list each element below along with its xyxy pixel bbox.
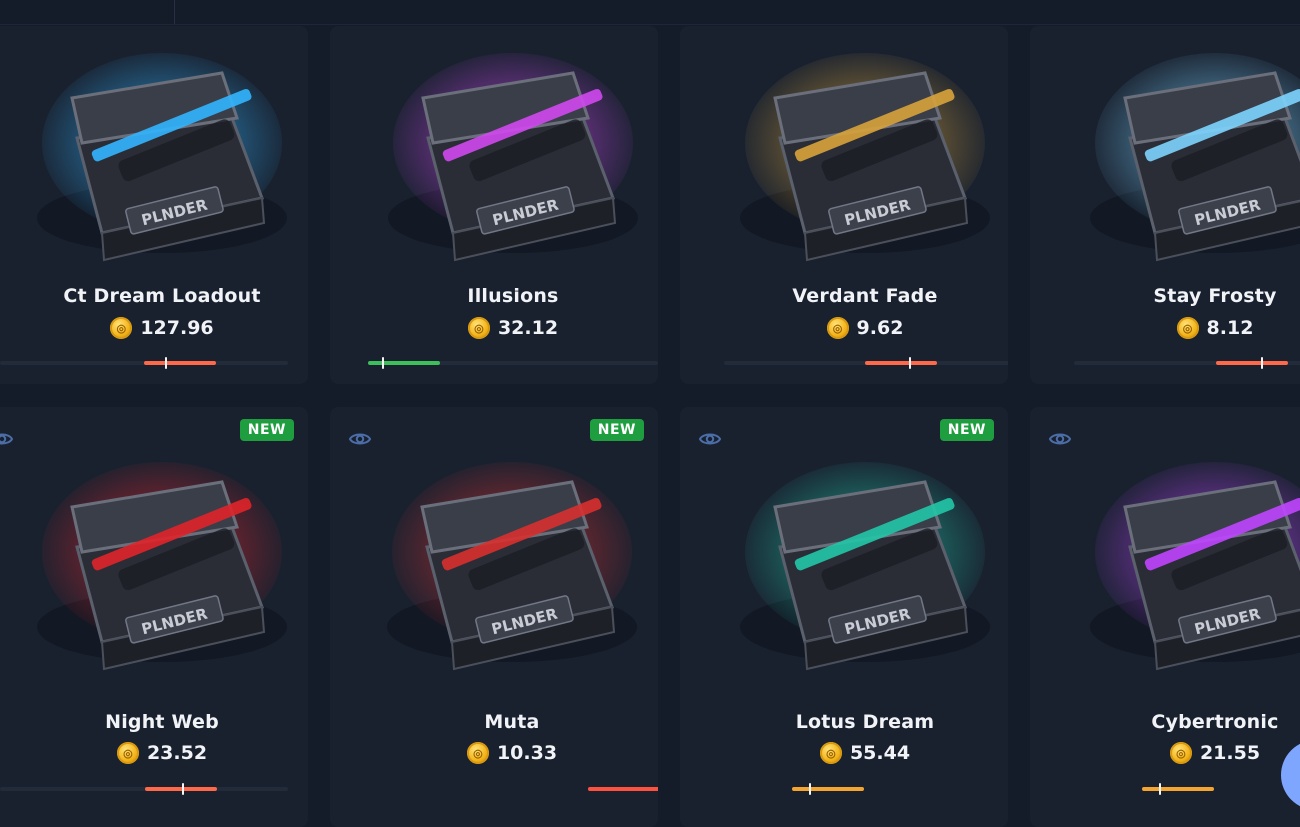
case-name: Muta bbox=[484, 711, 540, 733]
case-image: PLNDER bbox=[387, 462, 637, 671]
odds-fill bbox=[792, 787, 864, 791]
odds-marker bbox=[809, 783, 811, 795]
case-name: Verdant Fade bbox=[792, 285, 938, 307]
new-badge: NEW bbox=[239, 419, 294, 441]
odds-marker bbox=[909, 357, 911, 369]
case-name: Lotus Dream bbox=[795, 711, 935, 733]
gold-coin-icon: ◎ bbox=[466, 742, 489, 764]
case-image: PLNDER bbox=[1090, 462, 1300, 671]
odds-track bbox=[792, 783, 864, 795]
case-price: 32.12 bbox=[497, 317, 559, 339]
case-price: 21.55 bbox=[1199, 742, 1261, 764]
case-card[interactable]: PLNDER Illusions ◎ 32.12 bbox=[330, 26, 658, 384]
odds-track bbox=[1074, 357, 1300, 369]
price-row: ◎ 55.44 bbox=[701, 740, 1008, 766]
odds-fill bbox=[865, 361, 937, 365]
price-row: ◎ 8.12 bbox=[1051, 315, 1300, 341]
odds-fill bbox=[144, 361, 216, 365]
price-row: ◎ 9.62 bbox=[701, 315, 1008, 341]
case-image: PLNDER bbox=[1090, 53, 1300, 262]
case-image: PLNDER bbox=[740, 462, 990, 671]
price-row: ◎ 32.12 bbox=[349, 315, 658, 341]
gold-coin-icon: ◎ bbox=[1169, 742, 1192, 764]
case-name: Ct Dream Loadout bbox=[63, 285, 261, 307]
odds-fill bbox=[145, 787, 217, 791]
odds-track bbox=[0, 783, 288, 795]
odds-marker bbox=[382, 357, 384, 369]
case-card[interactable]: PLNDER NEW Lotus Dream ◎ 55.44 bbox=[680, 407, 1008, 827]
gold-coin-icon: ◎ bbox=[1176, 317, 1199, 339]
case-price: 55.44 bbox=[849, 742, 911, 764]
case-image: PLNDER bbox=[37, 53, 287, 262]
case-card[interactable]: PLNDER Stay Frosty ◎ 8.12 bbox=[1030, 26, 1300, 384]
case-name: Illusions bbox=[467, 285, 559, 307]
gold-coin-icon: ◎ bbox=[116, 742, 139, 764]
case-name: Stay Frosty bbox=[1153, 285, 1277, 307]
odds-track bbox=[1142, 783, 1214, 795]
case-price: 127.96 bbox=[140, 317, 214, 339]
case-image: PLNDER bbox=[388, 53, 638, 262]
eye-icon[interactable] bbox=[698, 427, 722, 451]
odds-track bbox=[724, 357, 1008, 369]
price-row: ◎ 10.33 bbox=[348, 740, 658, 766]
new-badge: NEW bbox=[939, 419, 994, 441]
case-card[interactable]: PLNDER Verdant Fade ◎ 9.62 bbox=[680, 26, 1008, 384]
case-card[interactable]: PLNDER Ct Dream Loadout ◎ 127.96 bbox=[0, 26, 308, 384]
odds-fill bbox=[588, 787, 658, 791]
odds-track bbox=[368, 357, 658, 369]
case-price: 23.52 bbox=[146, 742, 208, 764]
gold-coin-icon: ◎ bbox=[467, 317, 490, 339]
case-card[interactable]: PLNDER NEW Night Web ◎ 23.52 bbox=[0, 407, 308, 827]
new-badge: NEW bbox=[589, 419, 644, 441]
odds-track bbox=[0, 357, 288, 369]
odds-marker bbox=[165, 357, 167, 369]
odds-track bbox=[588, 787, 658, 791]
odds-fill bbox=[1142, 787, 1214, 791]
gold-coin-icon: ◎ bbox=[819, 742, 842, 764]
case-card[interactable]: PLNDER Cybertronic ◎ 21.55 bbox=[1030, 407, 1300, 827]
eye-icon[interactable] bbox=[1048, 427, 1072, 451]
case-price: 10.33 bbox=[496, 742, 558, 764]
case-grid: PLNDER Ct Dream Loadout ◎ 127.96 PLNDER Il… bbox=[0, 0, 1300, 827]
case-name: Night Web bbox=[105, 711, 219, 733]
gold-coin-icon: ◎ bbox=[110, 317, 133, 339]
odds-fill bbox=[368, 361, 440, 365]
case-image: PLNDER bbox=[740, 53, 990, 262]
odds-marker bbox=[182, 783, 184, 795]
price-row: ◎ 23.52 bbox=[0, 740, 308, 766]
eye-icon[interactable] bbox=[348, 427, 372, 451]
case-card[interactable]: PLNDER NEW Muta ◎ 10.33 bbox=[330, 407, 658, 827]
case-image: PLNDER bbox=[37, 462, 287, 671]
case-price: 9.62 bbox=[856, 317, 904, 339]
odds-fill bbox=[1216, 361, 1288, 365]
case-name: Cybertronic bbox=[1151, 711, 1279, 733]
odds-marker bbox=[1159, 783, 1161, 795]
case-price: 8.12 bbox=[1206, 317, 1254, 339]
price-row: ◎ 127.96 bbox=[0, 315, 308, 341]
gold-coin-icon: ◎ bbox=[826, 317, 849, 339]
eye-icon[interactable] bbox=[0, 427, 14, 451]
odds-marker bbox=[1261, 357, 1263, 369]
price-row: ◎ 21.55 bbox=[1051, 740, 1300, 766]
